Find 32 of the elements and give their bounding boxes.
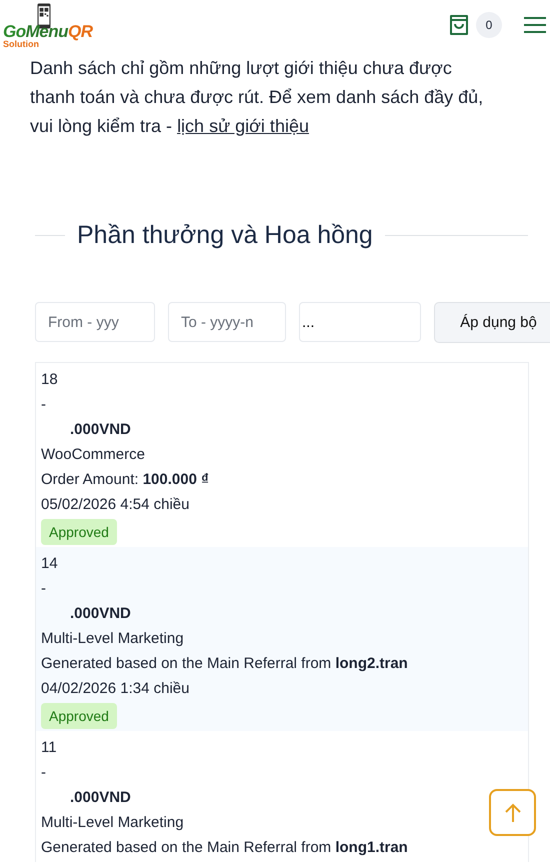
amount-text: .000VND bbox=[69, 604, 131, 624]
amount-text: .000VND bbox=[69, 420, 131, 440]
amount-text: .000VND bbox=[69, 788, 131, 808]
intro-paragraph: Danh sách chỉ gồm những lượt giới thiệu chưa được thanh toán và chưa được rút. Để xem danh sách đầy đủ, vui lòng kiểm tra - lịch sử giới thiệu bbox=[30, 57, 484, 138]
dash-text: - bbox=[41, 763, 46, 783]
dash-text: - bbox=[41, 395, 46, 415]
date-text: 05/02/2026 4:54 chiều bbox=[41, 495, 190, 515]
to-date-field[interactable]: To - yyyy-n bbox=[168, 302, 286, 342]
source-text: WooCommerce bbox=[41, 445, 145, 465]
from-date-field[interactable]: From - yyy bbox=[35, 302, 155, 342]
shopping-bag-icon[interactable] bbox=[448, 14, 470, 36]
apply-filter-button[interactable]: Áp dụng bộ bbox=[434, 302, 550, 343]
source-text: Multi-Level Marketing bbox=[41, 629, 184, 649]
status-badge: Approved bbox=[41, 519, 117, 545]
date-text: 04/02/2026 1:34 chiều bbox=[41, 679, 190, 699]
detail-text: Generated based on the Main Referral from long2.tran bbox=[41, 654, 408, 674]
logo-tagline: Solution bbox=[3, 40, 40, 49]
search-field[interactable]: ... bbox=[299, 302, 421, 342]
detail-text: Order Amount: 100.000 ₫ bbox=[41, 470, 209, 490]
detail-text: Generated based on the Main Referral from long1.tran bbox=[41, 838, 408, 858]
source-text: Multi-Level Marketing bbox=[41, 813, 184, 833]
dash-text: - bbox=[41, 579, 46, 599]
commission-id: 18 bbox=[41, 370, 58, 390]
commission-id: 14 bbox=[41, 554, 58, 574]
cart-count-badge: 0 bbox=[476, 12, 502, 38]
section-title: Phần thưởng và Hoa hồng bbox=[77, 221, 373, 250]
referral-history-link[interactable]: lịch sử giới thiệu bbox=[177, 116, 309, 136]
status-badge: Approved bbox=[41, 703, 117, 729]
logo-text: GoMenuQR bbox=[3, 23, 92, 40]
commission-id: 11 bbox=[41, 738, 57, 758]
arrow-up-icon bbox=[504, 802, 522, 822]
menu-icon[interactable] bbox=[524, 16, 546, 34]
